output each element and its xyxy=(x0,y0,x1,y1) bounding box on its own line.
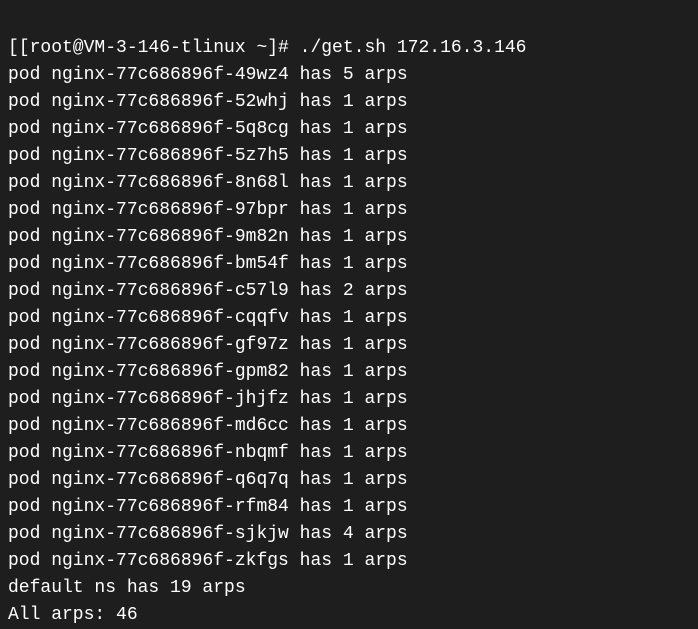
output-line: pod nginx-77c686896f-q6q7q has 1 arps xyxy=(8,467,690,494)
output-line: pod nginx-77c686896f-zkfgs has 1 arps xyxy=(8,548,690,575)
output-line: pod nginx-77c686896f-5z7h5 has 1 arps xyxy=(8,143,690,170)
output-line: pod nginx-77c686896f-jhjfz has 1 arps xyxy=(8,386,690,413)
terminal-output: [[root@VM-3-146-tlinux ~]# ./get.sh 172.… xyxy=(8,8,690,629)
command-prompt: [[root@VM-3-146-tlinux ~]# ./get.sh 172.… xyxy=(8,35,690,62)
output-line: pod nginx-77c686896f-gpm82 has 1 arps xyxy=(8,359,690,386)
output-line: pod nginx-77c686896f-8n68l has 1 arps xyxy=(8,170,690,197)
output-line: pod nginx-77c686896f-9m82n has 1 arps xyxy=(8,224,690,251)
output-summary-ns: default ns has 19 arps xyxy=(8,575,690,602)
output-line: pod nginx-77c686896f-97bpr has 1 arps xyxy=(8,197,690,224)
output-line: pod nginx-77c686896f-md6cc has 1 arps xyxy=(8,413,690,440)
output-line: pod nginx-77c686896f-bm54f has 1 arps xyxy=(8,251,690,278)
output-line: pod nginx-77c686896f-nbqmf has 1 arps xyxy=(8,440,690,467)
output-line: pod nginx-77c686896f-52whj has 1 arps xyxy=(8,89,690,116)
output-line: pod nginx-77c686896f-gf97z has 1 arps xyxy=(8,332,690,359)
output-line: pod nginx-77c686896f-5q8cg has 1 arps xyxy=(8,116,690,143)
output-line: pod nginx-77c686896f-rfm84 has 1 arps xyxy=(8,494,690,521)
output-line: pod nginx-77c686896f-cqqfv has 1 arps xyxy=(8,305,690,332)
output-line: pod nginx-77c686896f-49wz4 has 5 arps xyxy=(8,62,690,89)
output-line: pod nginx-77c686896f-sjkjw has 4 arps xyxy=(8,521,690,548)
output-line: pod nginx-77c686896f-c57l9 has 2 arps xyxy=(8,278,690,305)
